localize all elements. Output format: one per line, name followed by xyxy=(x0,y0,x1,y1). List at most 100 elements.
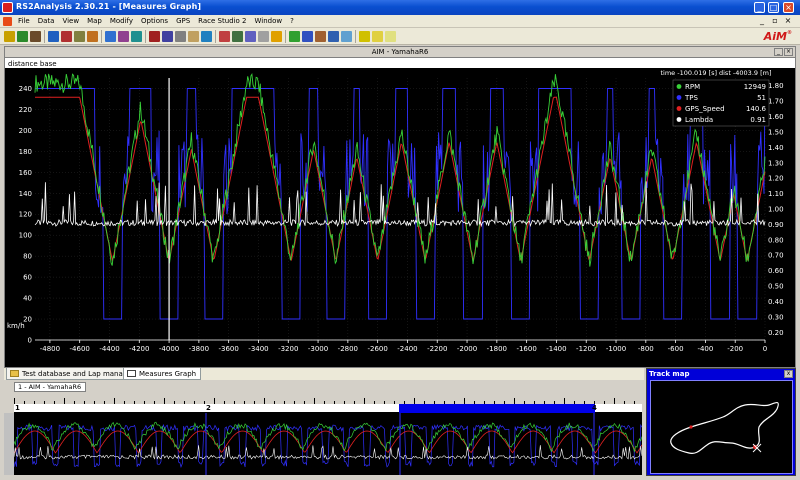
toolbar-button-5[interactable] xyxy=(61,31,72,42)
folder-icon xyxy=(10,370,19,377)
legend-swatch xyxy=(676,106,682,111)
lap-ruler[interactable]: 1 2 4 xyxy=(14,404,642,413)
menu-options[interactable]: Options xyxy=(137,16,172,27)
menu-gps[interactable]: GPS xyxy=(172,16,194,27)
toolbar-button-14[interactable] xyxy=(188,31,199,42)
maximize-button[interactable]: □ xyxy=(768,2,779,13)
menu-window[interactable]: Window xyxy=(251,16,287,27)
toolbar-separator xyxy=(355,30,356,43)
toolbar-button-4[interactable] xyxy=(48,31,59,42)
x-axis-tick: -1800 xyxy=(487,345,507,353)
x-axis-tick: -2000 xyxy=(457,345,477,353)
toolbar-button-13[interactable] xyxy=(175,31,186,42)
track-marker xyxy=(689,425,693,429)
mdi-restore-icon[interactable]: ▫ xyxy=(770,16,780,26)
mdi-close-icon[interactable]: × xyxy=(783,16,793,26)
toolbar-button-26[interactable] xyxy=(359,31,370,42)
lap-label-2: 2 xyxy=(206,404,211,412)
toolbar-button-20[interactable] xyxy=(271,31,282,42)
tab-label: Measures Graph xyxy=(139,370,197,378)
legend-value: 51 xyxy=(757,94,766,102)
toolbar-button-11[interactable] xyxy=(149,31,160,42)
toolbar-button-3[interactable] xyxy=(30,31,41,42)
toolbar-separator xyxy=(215,30,216,43)
measures-graph[interactable]: distance base 240 220 200 180 160 140 120 100 80 6… xyxy=(5,58,795,368)
toolbar-button-27[interactable] xyxy=(372,31,383,42)
tab-test-database[interactable]: Test database and Lap manager xyxy=(6,368,140,380)
left-axis-tick: 200 xyxy=(19,127,32,135)
x-axis-tick: -3200 xyxy=(278,345,298,353)
x-axis-tick: -1200 xyxy=(576,345,596,353)
minimize-button[interactable]: _ xyxy=(754,2,765,13)
right-axis-tick: 0.80 xyxy=(768,236,784,244)
tab-label: Test database and Lap manager xyxy=(22,370,135,378)
toolbar-button-15[interactable] xyxy=(201,31,212,42)
x-axis-tick: -600 xyxy=(668,345,684,353)
menu-data[interactable]: Data xyxy=(34,16,59,27)
toolbar-button-16[interactable] xyxy=(219,31,230,42)
toolbar-button-7[interactable] xyxy=(87,31,98,42)
x-axis-tick: -800 xyxy=(638,345,654,353)
x-axis-tick: -4600 xyxy=(70,345,90,353)
menu-map[interactable]: Map xyxy=(83,16,106,27)
graph-icon xyxy=(127,370,136,377)
toolbar-button-6[interactable] xyxy=(74,31,85,42)
toolbar-button-8[interactable] xyxy=(105,31,116,42)
lap-manager-panel: 1 - AIM - YamahaR6 1 2 4 xyxy=(4,381,644,476)
app-window: RS2Analysis 2.30.21 - [Measures Graph] _… xyxy=(0,0,800,480)
lap-overview-graph[interactable] xyxy=(14,413,642,475)
graph-caption: AIM - YamahaR6 _ × xyxy=(5,47,795,58)
app-icon xyxy=(2,2,13,13)
graph-minimize-button[interactable]: _ xyxy=(774,48,783,56)
toolbar-button-25[interactable] xyxy=(341,31,352,42)
window-title: RS2Analysis 2.30.21 - [Measures Graph] xyxy=(16,2,202,11)
toolbar-separator xyxy=(145,30,146,43)
document-icon xyxy=(3,17,12,26)
x-axis-tick: -3600 xyxy=(219,345,239,353)
menu-modify[interactable]: Modify xyxy=(106,16,137,27)
menu-file[interactable]: File xyxy=(14,16,34,27)
toolbar-button-28[interactable] xyxy=(385,31,396,42)
right-axis-tick: 1.50 xyxy=(768,128,784,136)
mdi-minimize-icon[interactable]: _ xyxy=(757,16,767,26)
tab-measures-graph[interactable]: Measures Graph xyxy=(123,368,202,380)
legend-value: 12949 xyxy=(744,83,766,91)
menu-help[interactable]: ? xyxy=(286,16,298,27)
toolbar-button-18[interactable] xyxy=(245,31,256,42)
x-axis-tick: -1000 xyxy=(606,345,626,353)
x-axis-tick: -400 xyxy=(697,345,713,353)
toolbar-button-22[interactable] xyxy=(302,31,313,42)
toolbar-button-17[interactable] xyxy=(232,31,243,42)
toolbar-button-12[interactable] xyxy=(162,31,173,42)
track-map-close-button[interactable]: x xyxy=(784,370,793,378)
toolbar-button-10[interactable] xyxy=(131,31,142,42)
toolbar-button-9[interactable] xyxy=(118,31,129,42)
toolbar: AiM® xyxy=(0,28,800,45)
x-axis-tick: -2800 xyxy=(338,345,358,353)
toolbar-button-2[interactable] xyxy=(17,31,28,42)
right-axis-tick: 1.70 xyxy=(768,98,784,106)
track-map-view[interactable] xyxy=(650,380,793,474)
toolbar-button-1[interactable] xyxy=(4,31,15,42)
track-map-title: Track map xyxy=(649,370,690,378)
lap-selection-highlight[interactable] xyxy=(399,404,595,413)
session-tab[interactable]: 1 - AIM - YamahaR6 xyxy=(14,382,86,392)
left-axis-unit: km/h xyxy=(7,322,25,330)
legend-name: GPS_Speed xyxy=(685,105,725,113)
lambda-trace xyxy=(34,181,766,228)
toolbar-button-23[interactable] xyxy=(315,31,326,42)
cursor-time-readout: time -100.019 [s] xyxy=(660,69,717,77)
toolbar-button-21[interactable] xyxy=(289,31,300,42)
graph-close-button[interactable]: × xyxy=(784,48,793,56)
left-axis-tick: 220 xyxy=(19,106,32,114)
right-axis-tick: 0.40 xyxy=(768,298,784,306)
toolbar-button-24[interactable] xyxy=(328,31,339,42)
x-axis-tick: -200 xyxy=(727,345,743,353)
close-button[interactable]: × xyxy=(783,2,794,13)
x-axis-tick: -3800 xyxy=(189,345,209,353)
toolbar-button-19[interactable] xyxy=(258,31,269,42)
left-axis-tick: 180 xyxy=(19,148,32,156)
graph-header-strip xyxy=(5,58,795,68)
menu-view[interactable]: View xyxy=(58,16,83,27)
menu-race-studio-2[interactable]: Race Studio 2 xyxy=(194,16,250,27)
